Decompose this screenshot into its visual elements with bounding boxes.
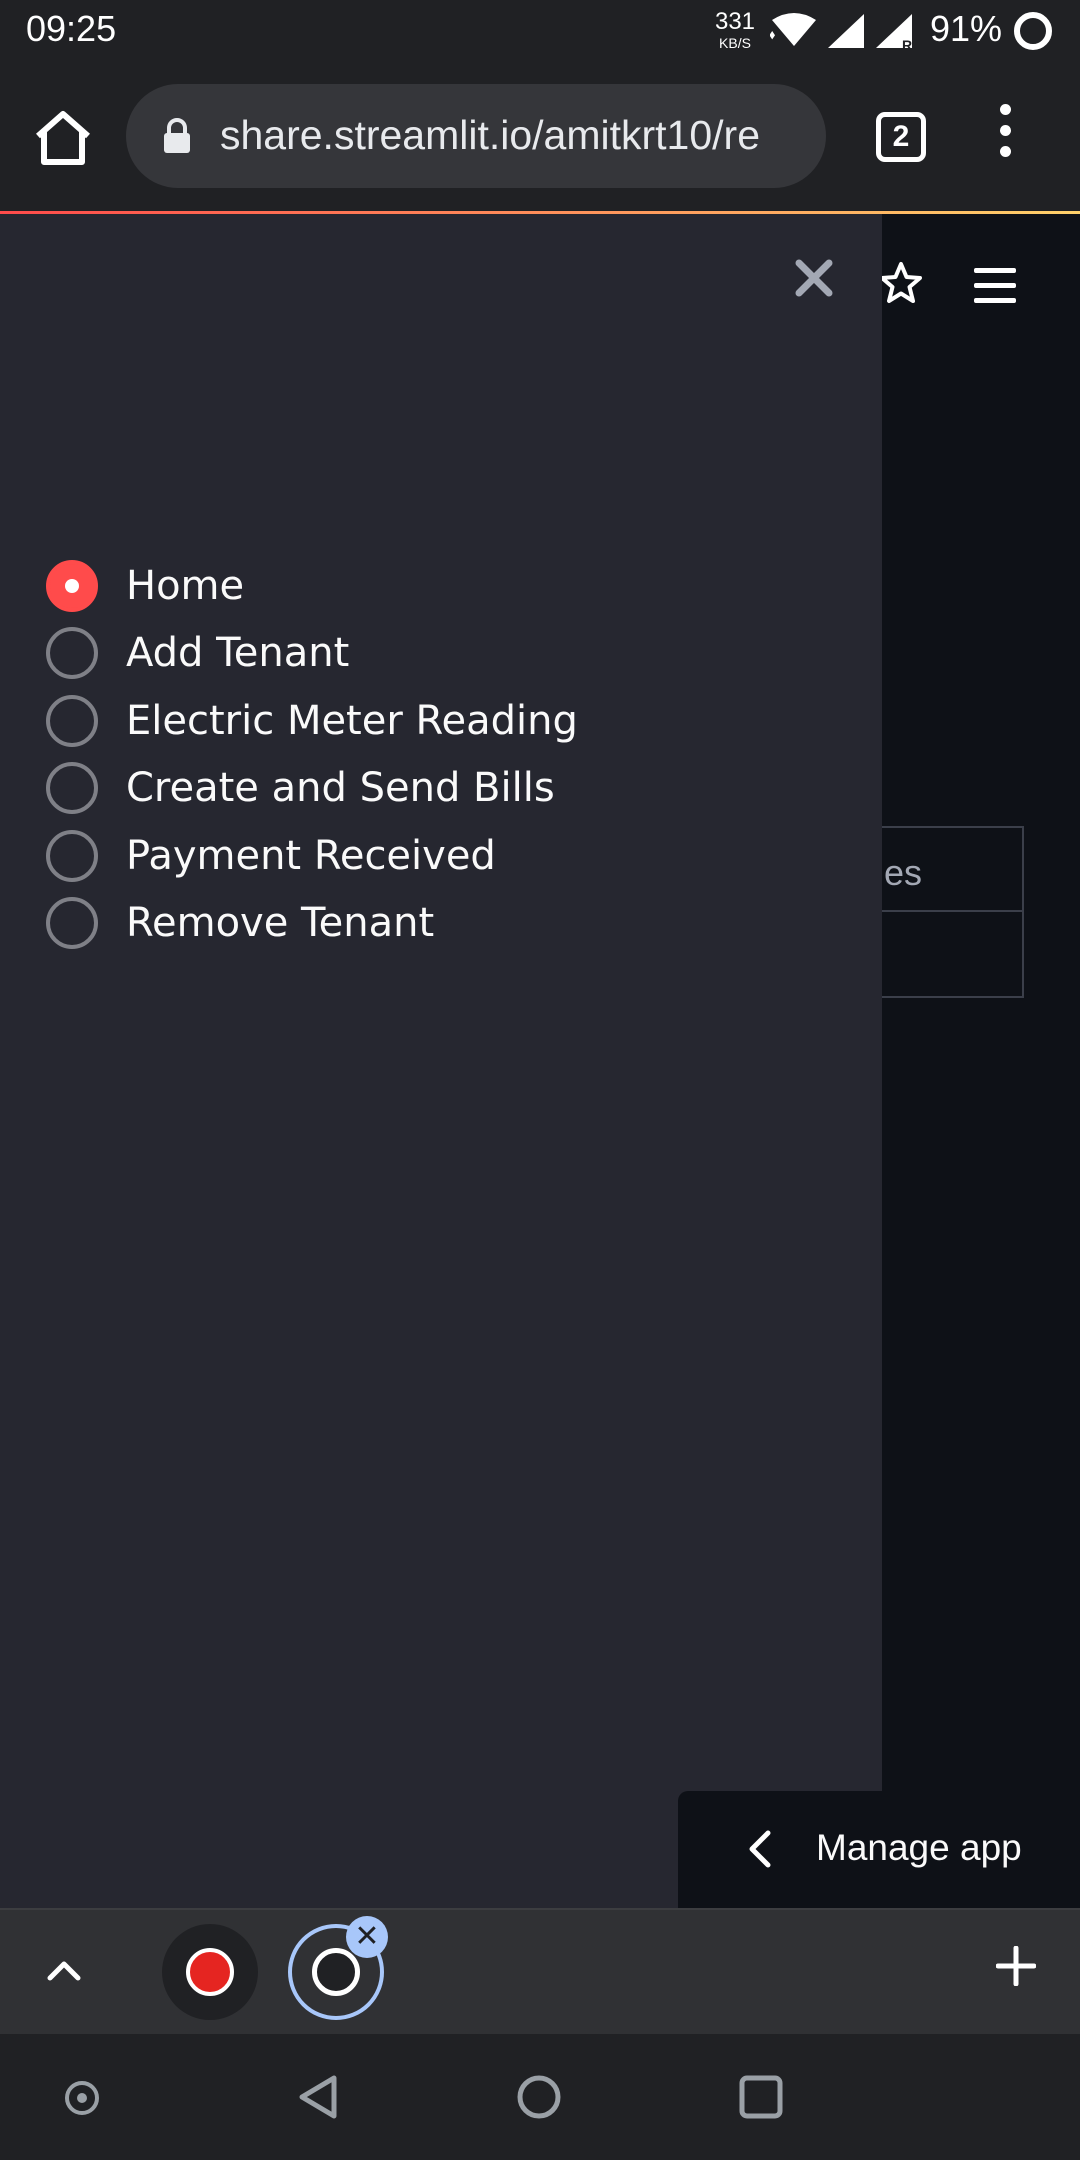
cell-signal-icon [828,14,864,48]
radio-label: Home [126,562,245,609]
navigation-radio-group: Home Add Tenant Electric Meter Reading C… [46,552,578,957]
browser-toolbar: share.streamlit.io/amitkrt10/re 2 [0,62,1080,212]
network-speed-unit: KB/S [719,35,751,51]
status-bar: 09:25 331 KB/S R 91% [0,0,1080,62]
tab-switcher-button[interactable]: 2 [876,112,926,162]
radio-option-payment-received[interactable]: Payment Received [46,822,578,890]
radio-label: Create and Send Bills [126,765,555,812]
radio-button[interactable] [46,627,98,680]
svg-text:R: R [902,37,912,52]
radio-button-selected[interactable] [46,559,98,612]
manage-app-button[interactable]: Manage app [678,1791,1080,1908]
close-icon[interactable] [794,258,834,298]
home-nav-icon[interactable] [514,2072,564,2122]
radio-button[interactable] [46,694,98,747]
sidebar: Home Add Tenant Electric Meter Reading C… [0,214,882,1908]
radio-option-create-and-send-bills[interactable]: Create and Send Bills [46,755,578,823]
battery-icon [1014,12,1052,50]
tab-thumbnail-1[interactable] [162,1924,258,2020]
radio-label: Payment Received [126,832,496,879]
radio-option-remove-tenant[interactable]: Remove Tenant [46,890,578,958]
radio-button[interactable] [46,897,98,950]
radio-option-home[interactable]: Home [46,552,578,620]
crown-icon [312,1948,360,1996]
radio-option-add-tenant[interactable]: Add Tenant [46,620,578,688]
wifi-icon [770,13,816,46]
home-icon[interactable] [30,106,96,172]
radio-label: Remove Tenant [126,900,435,947]
chevron-up-icon[interactable] [44,1954,84,1984]
crown-icon [186,1948,234,1996]
hamburger-menu-icon[interactable] [974,268,1016,304]
new-tab-plus-icon[interactable] [996,1946,1036,1986]
table-cell: es [884,852,923,893]
url-text[interactable]: share.streamlit.io/amitkrt10/re [220,112,820,159]
url-bar[interactable]: share.streamlit.io/amitkrt10/re [126,84,826,188]
star-icon[interactable] [878,260,924,306]
more-menu-icon[interactable] [990,104,1020,170]
signal-icons: R [770,13,912,52]
back-icon[interactable] [294,2072,344,2122]
recents-icon[interactable] [738,2074,784,2120]
battery-percent: 91% [930,8,1003,49]
radio-button[interactable] [46,762,98,815]
status-time: 09:25 [26,8,117,49]
assistant-icon[interactable] [62,2078,102,2118]
close-tab-icon[interactable]: ✕ [346,1916,388,1958]
radio-label: Add Tenant [126,630,350,677]
system-nav-bar [0,2034,1080,2160]
tab-strip: ✕ [0,1908,1080,2034]
lock-icon [164,118,190,153]
network-speed: 331 KB/S [710,8,760,51]
chevron-left-icon [749,1830,771,1868]
radio-option-electric-meter-reading[interactable]: Electric Meter Reading [46,687,578,755]
network-speed-value: 331 [714,8,756,35]
radio-label: Electric Meter Reading [126,697,578,744]
data-table: es [860,826,1024,998]
radio-button[interactable] [46,829,98,882]
manage-app-label: Manage app [816,1827,1022,1868]
